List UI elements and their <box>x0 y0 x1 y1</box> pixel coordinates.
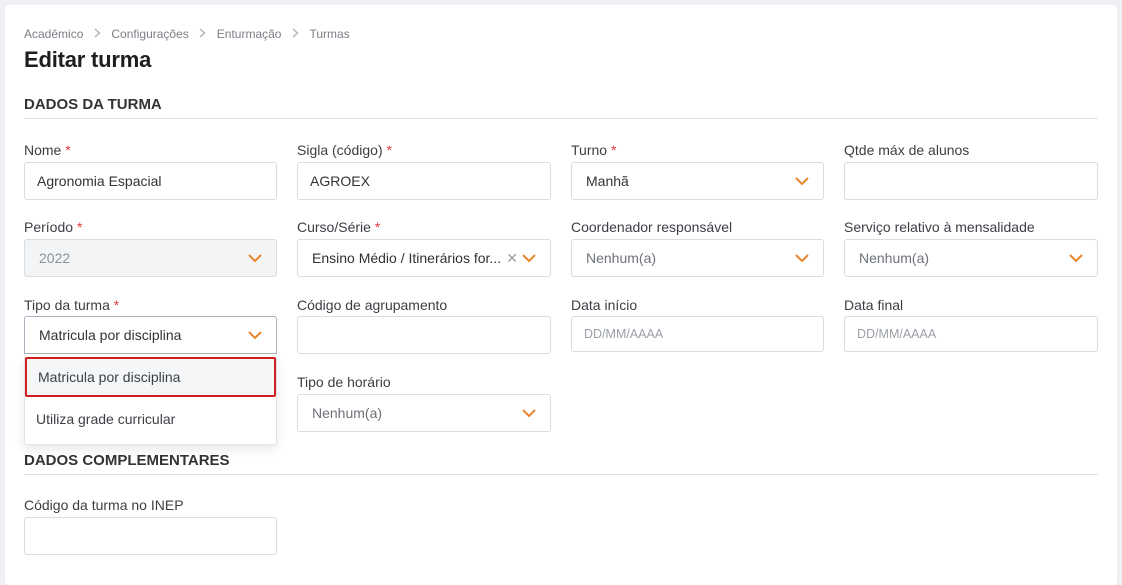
data-inicio-label: Data início <box>571 297 638 313</box>
breadcrumb-item-turmas[interactable]: Turmas <box>309 27 349 41</box>
tipo-turma-dropdown: Matricula por disciplina Utiliza grade c… <box>24 357 277 445</box>
nome-field[interactable]: Agronomia Espacial <box>24 162 277 200</box>
turno-select[interactable]: Manhã <box>571 162 824 200</box>
chevron-down-icon <box>246 249 264 267</box>
sigla-field[interactable]: AGROEX <box>297 162 551 200</box>
agrupamento-label: Código de agrupamento <box>297 297 448 313</box>
sigla-label: Sigla (código) * <box>297 142 392 158</box>
clear-icon[interactable]: ✕ <box>506 250 518 267</box>
chevron-right-icon <box>289 28 301 41</box>
section-dados-turma: DADOS DA TURMA <box>24 96 1098 119</box>
breadcrumb-item-academico[interactable]: Acadêmico <box>24 27 83 41</box>
turno-label: Turno * <box>571 142 617 158</box>
breadcrumb-item-configuracoes[interactable]: Configurações <box>111 27 188 41</box>
chevron-right-icon <box>197 28 209 41</box>
periodo-select: 2022 <box>24 239 277 277</box>
coordenador-select[interactable]: Nenhum(a) <box>571 239 824 277</box>
chevron-down-icon <box>246 326 264 344</box>
dropdown-option-matricula[interactable]: Matricula por disciplina <box>25 357 276 397</box>
inep-label: Código da turma no INEP <box>24 497 184 513</box>
qtde-label: Qtde máx de alunos <box>844 142 970 158</box>
chevron-down-icon <box>520 249 538 267</box>
section-dados-complementares: DADOS COMPLEMENTARES <box>24 452 1098 475</box>
nome-label: Nome * <box>24 142 71 158</box>
page-title: Editar turma <box>24 47 152 72</box>
curso-select[interactable]: Ensino Médio / Itinerários for... ✕ <box>297 239 551 277</box>
tipo-horario-label: Tipo de horário <box>297 374 391 390</box>
inep-field[interactable] <box>24 517 277 555</box>
data-final-field[interactable]: DD/MM/AAAA <box>844 316 1098 352</box>
breadcrumb: Acadêmico Configurações Enturmação Turma… <box>24 27 350 41</box>
coordenador-label: Coordenador responsável <box>571 219 733 235</box>
data-inicio-field[interactable]: DD/MM/AAAA <box>571 316 824 352</box>
chevron-down-icon <box>1067 249 1085 267</box>
chevron-right-icon <box>91 28 103 41</box>
qtde-field[interactable] <box>844 162 1098 200</box>
tipo-horario-select[interactable]: Nenhum(a) <box>297 394 551 432</box>
servico-label: Serviço relativo à mensalidade <box>844 219 1035 235</box>
tipo-turma-label: Tipo da turma * <box>24 297 120 313</box>
chevron-down-icon <box>793 172 811 190</box>
periodo-label: Período * <box>24 219 83 235</box>
breadcrumb-item-enturmacao[interactable]: Enturmação <box>217 27 282 41</box>
servico-select[interactable]: Nenhum(a) <box>844 239 1098 277</box>
tipo-turma-select[interactable]: Matricula por disciplina <box>24 316 277 354</box>
dropdown-option-grade[interactable]: Utiliza grade curricular <box>25 399 276 439</box>
chevron-down-icon <box>793 249 811 267</box>
agrupamento-field[interactable] <box>297 316 551 354</box>
data-final-label: Data final <box>844 297 904 313</box>
chevron-down-icon <box>520 404 538 422</box>
curso-label: Curso/Série * <box>297 219 381 235</box>
